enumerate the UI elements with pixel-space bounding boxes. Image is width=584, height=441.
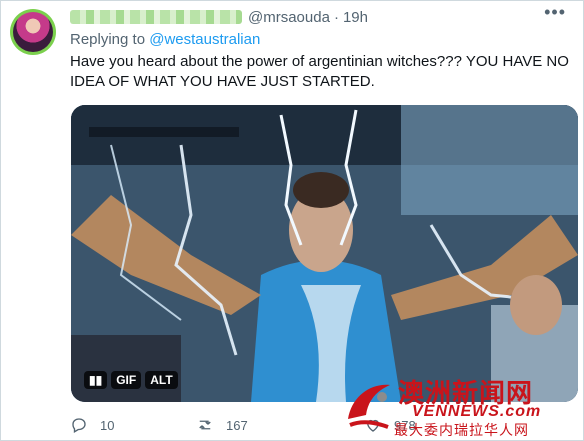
replying-mention-link[interactable]: @westaustralian bbox=[149, 31, 260, 48]
replying-prefix: Replying to bbox=[70, 31, 146, 48]
media-controls: ▮▮ GIF ALT bbox=[84, 371, 178, 389]
pause-icon[interactable]: ▮▮ bbox=[84, 371, 108, 389]
reply-icon bbox=[72, 418, 86, 433]
avatar[interactable] bbox=[13, 12, 53, 52]
retweet-icon bbox=[199, 420, 211, 430]
user-handle[interactable]: @mrsaouda bbox=[248, 9, 330, 26]
watermark: 澳洲新闻网 VENNEWS.com 最大委内瑞拉华人网 bbox=[342, 373, 578, 439]
display-name-blurred[interactable] bbox=[70, 10, 242, 24]
reply-action[interactable]: 10 bbox=[70, 416, 196, 434]
separator-dot: · bbox=[333, 8, 339, 26]
gif-frame-illustration bbox=[71, 105, 578, 402]
watermark-english: VENNEWS.com bbox=[412, 403, 542, 420]
replying-to: Replying to @westaustralian bbox=[70, 31, 260, 48]
watermark-subtitle: 最大委内瑞拉华人网 bbox=[394, 423, 529, 439]
tweet-header: @mrsaouda · 19h bbox=[70, 7, 368, 27]
retweet-count: 167 bbox=[226, 417, 248, 433]
watermark-logo-icon bbox=[348, 384, 390, 429]
more-options-icon[interactable]: ••• bbox=[544, 2, 566, 23]
gif-media[interactable] bbox=[71, 105, 578, 402]
alt-badge[interactable]: ALT bbox=[145, 371, 178, 389]
retweet-action[interactable]: 167 bbox=[196, 416, 364, 434]
reply-count: 10 bbox=[100, 417, 115, 433]
gif-badge: GIF bbox=[111, 371, 142, 389]
tweet-text: Have you heard about the power of argent… bbox=[70, 53, 569, 90]
tweet-time[interactable]: 19h bbox=[343, 9, 368, 26]
